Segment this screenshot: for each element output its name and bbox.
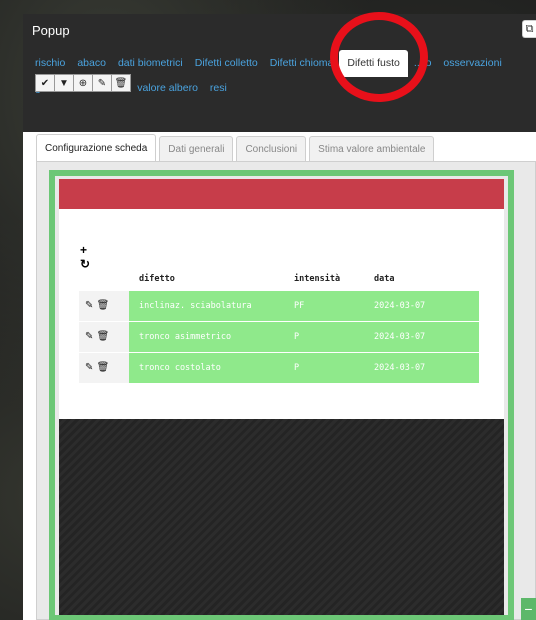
row-actions: ✎ 🗑 xyxy=(79,351,129,383)
row-actions: ✎ 🗑 xyxy=(79,320,129,352)
edit-toolbar: ✔ ▼ ⊕ ✎ 🗑 xyxy=(35,74,131,92)
form-frame: + ↻ difetto intensità data ✎ 🗑 inclinaz.… xyxy=(49,170,514,620)
tab-abaco[interactable]: abaco xyxy=(71,50,112,77)
trash-icon[interactable]: 🗑 xyxy=(111,74,131,92)
edit-icon[interactable]: ✎ xyxy=(85,362,93,373)
tab-conclusioni[interactable]: Conclusioni xyxy=(236,136,307,162)
check-icon[interactable]: ✔ xyxy=(35,74,55,92)
tab-difetti-colletto[interactable]: Difetti colletto xyxy=(189,50,264,77)
tab-valore-albero[interactable]: valore albero xyxy=(131,82,204,94)
popup-window: Popup ⧉ rischio abaco dati biometrici Di… xyxy=(23,14,536,620)
cell-intensita: PF xyxy=(284,289,364,321)
difetti-table: difetto intensità data ✎ 🗑 inclinaz. sci… xyxy=(79,268,479,383)
restore-icon[interactable]: ⧉ xyxy=(522,20,536,38)
tab-dati-biometrici[interactable]: dati biometrici xyxy=(112,50,189,77)
delete-icon[interactable]: 🗑 xyxy=(97,300,110,311)
form-tabs: Configurazione scheda Dati generali Conc… xyxy=(36,134,437,162)
popup-title: Popup xyxy=(32,22,70,38)
filter-icon[interactable]: ▼ xyxy=(54,74,74,92)
dark-section xyxy=(59,419,504,615)
tab-osservazioni[interactable]: osservazioni xyxy=(437,50,507,77)
delete-icon[interactable]: 🗑 xyxy=(97,362,110,373)
tab-resi[interactable]: resi xyxy=(204,82,233,94)
delete-icon[interactable]: 🗑 xyxy=(97,331,110,342)
cell-data: 2024-03-07 xyxy=(364,320,479,352)
column-header-difetto[interactable]: difetto xyxy=(129,268,284,290)
cell-difetto: inclinaz. sciabolatura xyxy=(129,289,284,321)
table-header-row: difetto intensità data xyxy=(79,268,479,290)
column-header-data[interactable]: data xyxy=(364,268,479,290)
tab-configurazione-scheda[interactable]: Configurazione scheda xyxy=(36,134,157,162)
cell-intensita: P xyxy=(284,351,364,383)
tab-rischio[interactable]: rischio xyxy=(29,50,71,77)
edit-icon[interactable]: ✎ xyxy=(85,300,93,311)
table-row[interactable]: ✎ 🗑 tronco asimmetrico P 2024-03-07 xyxy=(79,320,479,352)
cell-data: 2024-03-07 xyxy=(364,289,479,321)
form-header-bar xyxy=(59,179,504,209)
grid-controls: + ↻ xyxy=(80,243,90,271)
tab-stima-valore-ambientale[interactable]: Stima valore ambientale xyxy=(309,136,435,162)
column-header-intensita[interactable]: intensità xyxy=(284,268,364,290)
popup-titlebar: Popup ⧉ xyxy=(23,14,536,46)
add-icon[interactable]: + xyxy=(80,243,90,257)
tab-difetti-fusto[interactable]: Difetti fusto xyxy=(339,50,408,77)
tab-difetti-chioma[interactable]: Difetti chioma xyxy=(264,50,340,77)
cell-difetto: tronco asimmetrico xyxy=(129,320,284,352)
pencil-icon[interactable]: ✎ xyxy=(92,74,112,92)
content-panel: + ↻ difetto intensità data ✎ 🗑 inclinaz.… xyxy=(36,161,536,620)
zoom-icon[interactable]: ⊕ xyxy=(73,74,93,92)
expand-button[interactable]: − xyxy=(521,598,536,620)
cell-data: 2024-03-07 xyxy=(364,351,479,383)
row-actions: ✎ 🗑 xyxy=(79,289,129,321)
table-row[interactable]: ✎ 🗑 tronco costolato P 2024-03-07 xyxy=(79,351,479,383)
tab-dati-generali[interactable]: Dati generali xyxy=(159,136,234,162)
cell-intensita: P xyxy=(284,320,364,352)
tab-partial[interactable]: ...to xyxy=(408,50,438,77)
table-row[interactable]: ✎ 🗑 inclinaz. sciabolatura PF 2024-03-07 xyxy=(79,289,479,321)
column-header-actions xyxy=(79,268,129,290)
edit-icon[interactable]: ✎ xyxy=(85,331,93,342)
cell-difetto: tronco costolato xyxy=(129,351,284,383)
attribute-tabs-row1: rischio abaco dati biometrici Difetti co… xyxy=(23,50,536,77)
